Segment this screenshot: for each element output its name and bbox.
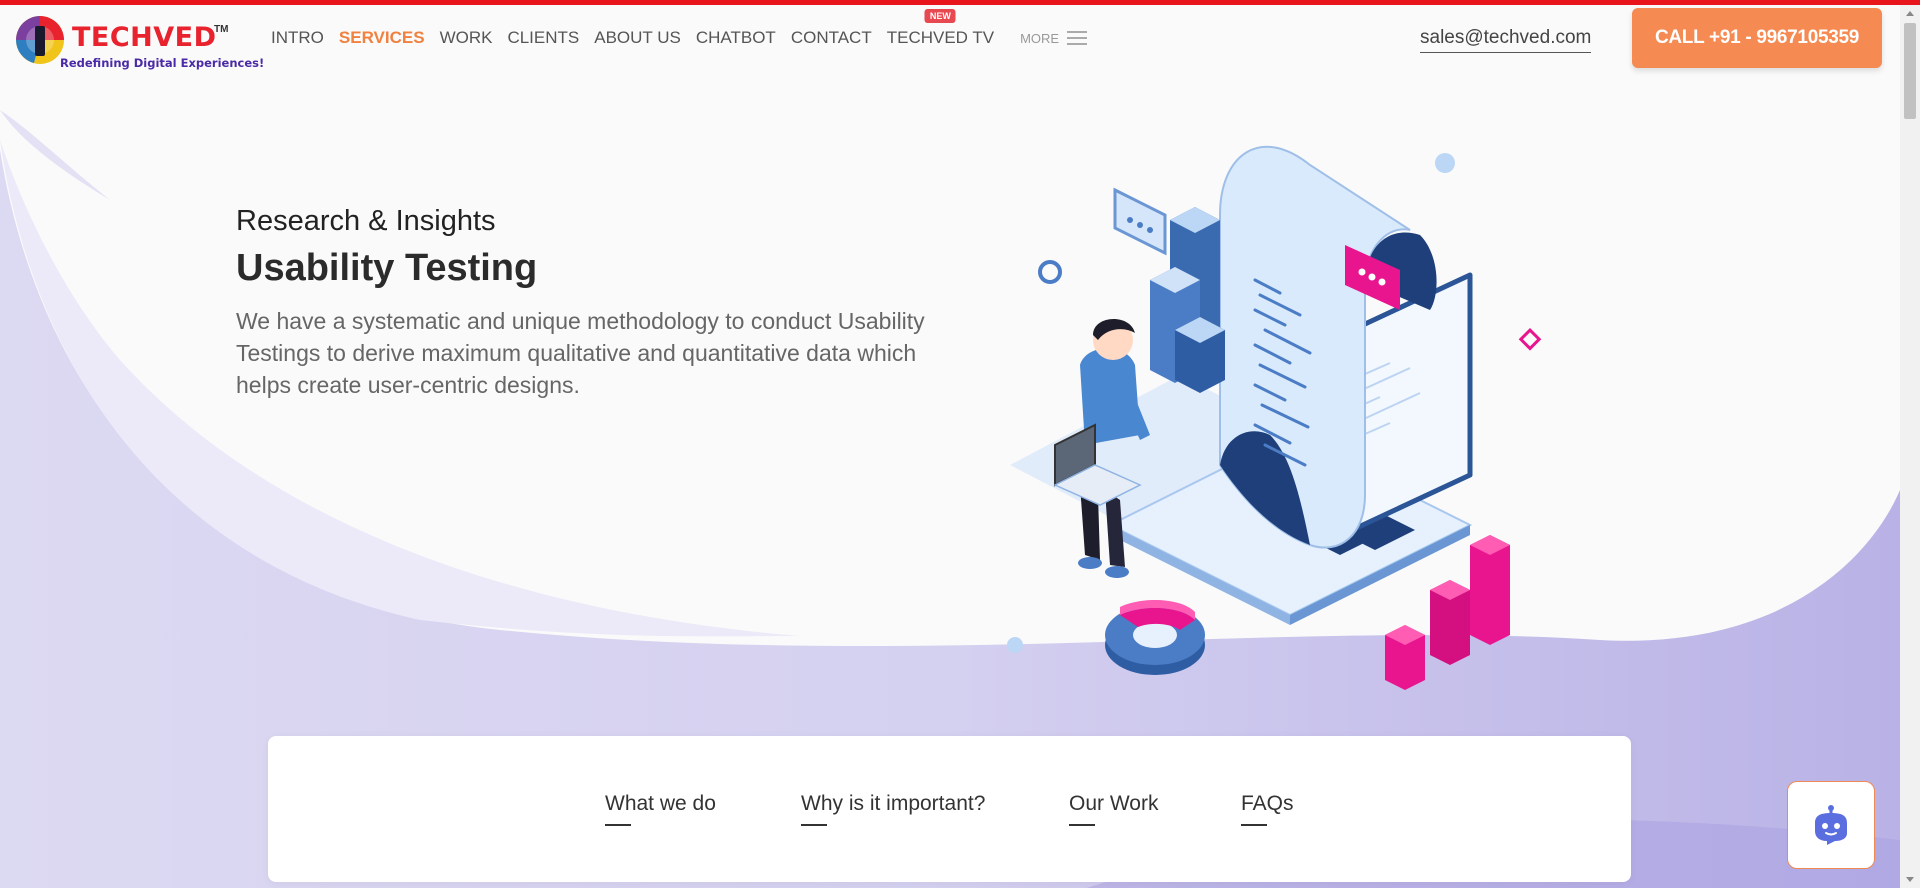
hero-subtitle: Research & Insights [236, 205, 496, 237]
nav-item-contact[interactable]: CONTACT [791, 28, 872, 48]
site-header: TECHVED TM Redefining Digital Experience… [0, 5, 1900, 77]
more-label: MORE [1020, 30, 1060, 46]
logo-trademark: TM [214, 24, 229, 35]
page-title: Usability Testing [236, 247, 538, 289]
scrollbar-thumb[interactable] [1904, 23, 1916, 119]
new-badge: NEW [924, 9, 956, 23]
nav-item-services[interactable]: SERVICES [339, 28, 425, 48]
tab-label: What we do [605, 792, 716, 815]
tab-underline [605, 824, 631, 826]
tab-underline [801, 824, 827, 826]
hero-description: We have a systematic and unique methodol… [236, 308, 925, 398]
tab-label: FAQs [1241, 792, 1294, 815]
scroll-down-arrow-icon[interactable] [1906, 877, 1914, 882]
chatbot-launcher-button[interactable] [1787, 781, 1875, 869]
nav-item-label: TECHVED TV [886, 28, 995, 47]
more-menu-button[interactable]: MORE [1020, 27, 1088, 49]
tab-label: Why is it important? [801, 792, 986, 815]
nav-item-intro[interactable]: INTRO [271, 28, 324, 48]
nav-item-clients[interactable]: CLIENTS [507, 28, 579, 48]
email-link[interactable]: sales@techved.com [1420, 27, 1592, 53]
section-tabs: What we do Why is it important? Our Work… [268, 736, 1631, 882]
call-button[interactable]: CALL +91 - 9967105359 [1632, 8, 1882, 68]
scroll-up-arrow-icon[interactable] [1906, 11, 1914, 16]
logo-tagline: Redefining Digital Experiences! [60, 56, 265, 70]
nav-item-techved-tv[interactable]: NEW TECHVED TV [886, 9, 995, 48]
tab-our-work[interactable]: Our Work [1069, 792, 1159, 826]
nav-item-about-us[interactable]: ABOUT US [594, 28, 681, 48]
logo-wordmark: TECHVED [72, 22, 217, 53]
tab-what-we-do[interactable]: What we do [605, 792, 716, 826]
tab-why-is-it-important[interactable]: Why is it important? [801, 792, 986, 826]
usability-testing-illustration [1007, 145, 1542, 690]
tab-underline [1069, 824, 1095, 826]
tab-label: Our Work [1069, 792, 1159, 815]
tab-underline [1241, 824, 1267, 826]
hamburger-menu-icon [1067, 27, 1088, 49]
techved-logo[interactable]: TECHVED TM Redefining Digital Experience… [14, 12, 264, 72]
tab-faqs[interactable]: FAQs [1241, 792, 1294, 826]
page-scrollbar[interactable] [1900, 5, 1920, 888]
main-nav: INTRO SERVICES WORK CLIENTS ABOUT US CHA… [271, 9, 1088, 49]
nav-item-chatbot[interactable]: CHATBOT [696, 28, 776, 48]
robot-face-icon [1815, 805, 1847, 845]
nav-item-work[interactable]: WORK [440, 28, 493, 48]
